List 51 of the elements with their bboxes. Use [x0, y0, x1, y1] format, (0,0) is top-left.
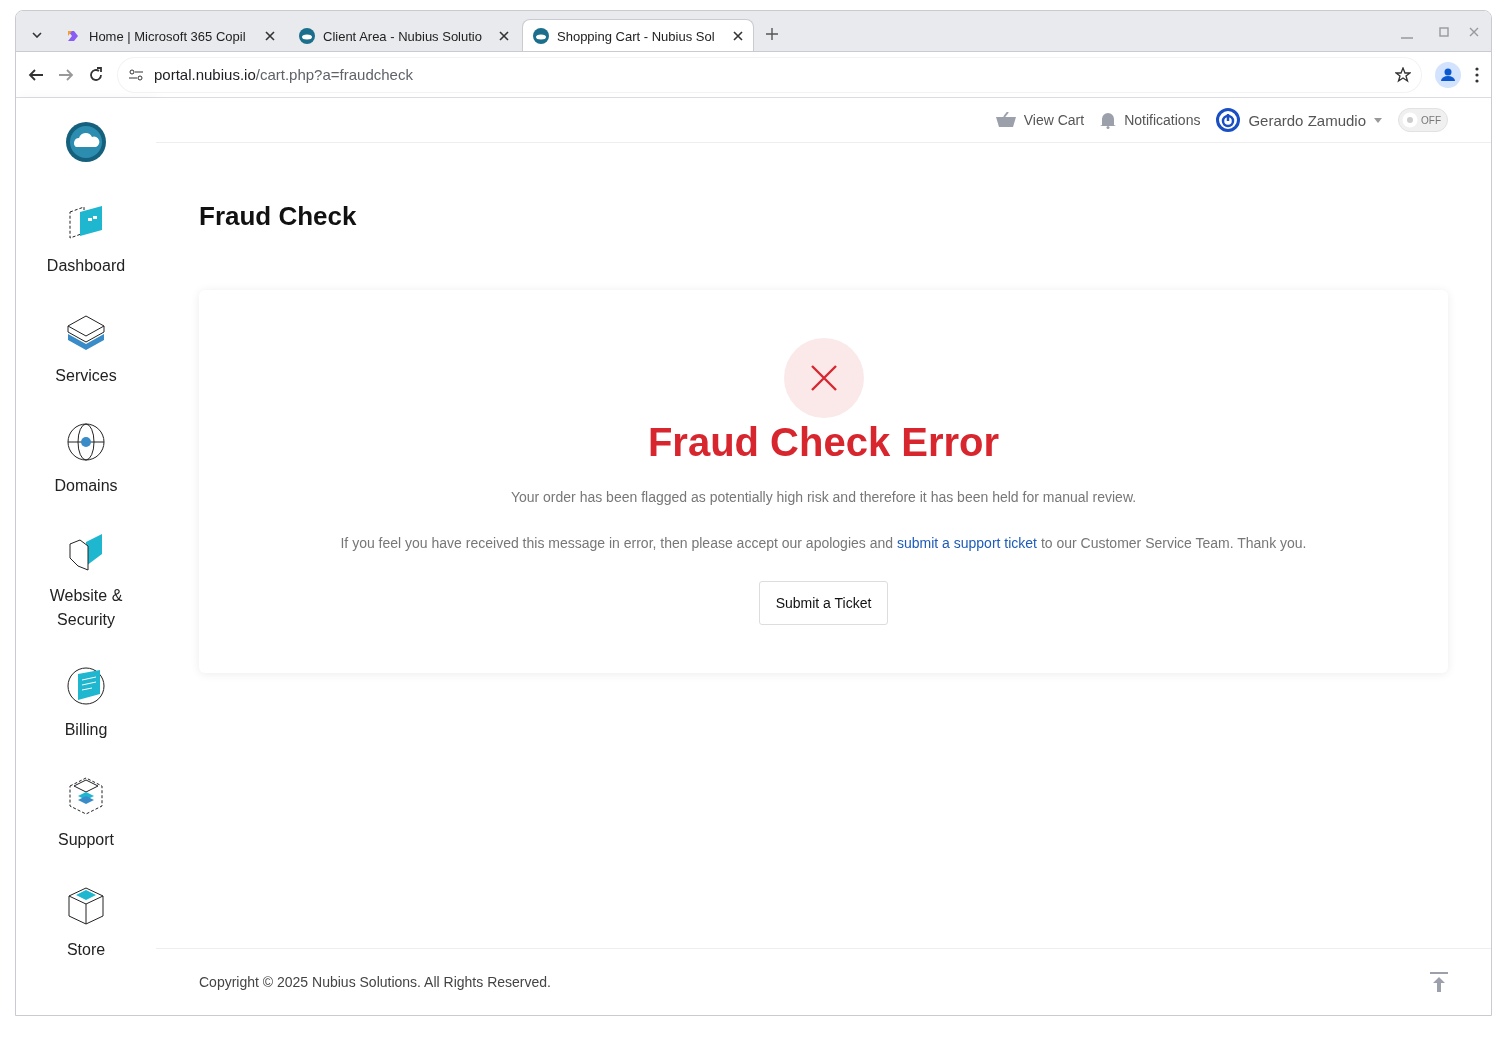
close-icon[interactable]: [265, 31, 275, 41]
sidebar-item[interactable]: Support: [26, 776, 146, 852]
back-icon[interactable]: [28, 66, 44, 83]
tab-title: Client Area - Nubius Solutio: [323, 28, 483, 44]
menu-icon[interactable]: [1475, 66, 1479, 83]
close-icon[interactable]: [499, 31, 509, 41]
tab-title: Shopping Cart - Nubius Sol: [557, 28, 716, 44]
power-icon: [1216, 108, 1241, 132]
copyright-text: Copyright © 2025 Nubius Solutions. All Rights Reserved.: [199, 974, 551, 990]
support-ticket-link[interactable]: submit a support ticket: [896, 535, 1037, 551]
globe-icon: [66, 422, 106, 462]
bell-icon: [1100, 111, 1117, 129]
forward-icon[interactable]: [58, 66, 74, 83]
close-icon[interactable]: [733, 31, 743, 41]
sidebar-item[interactable]: Services: [26, 312, 146, 388]
apology-text: If you feel you have received this message in error, then please accept our apologies and submit a support ticket to our Customer Service Team. Thank you.: [340, 535, 1307, 551]
new-tab-icon[interactable]: [766, 28, 778, 40]
copilot-logo-icon: [65, 28, 81, 44]
submit-ticket-button[interactable]: Submit a Ticket: [758, 581, 889, 625]
notifications-link[interactable]: Notifications: [1100, 111, 1201, 129]
cloud-logo-icon: [533, 28, 549, 44]
chevron-down-icon[interactable]: [32, 32, 42, 38]
caret-icon: [1374, 117, 1382, 123]
site-settings-icon[interactable]: [128, 66, 144, 83]
basket-icon: [995, 112, 1016, 128]
profile-icon[interactable]: [1435, 61, 1461, 88]
address-bar[interactable]: portal.nubius.io/cart.php?a=fraudcheck: [118, 57, 1421, 92]
sidebar-item[interactable]: Dashboard: [26, 202, 146, 278]
browser-tab[interactable]: Client Area - Nubius Solutio: [288, 19, 520, 52]
browser-tab[interactable]: Home | Microsoft 365 Copil: [54, 19, 286, 52]
billing-document-icon: [66, 666, 106, 706]
sidebar-item[interactable]: Store: [26, 886, 146, 962]
reload-icon[interactable]: [88, 66, 104, 83]
cloud-logo-icon[interactable]: [66, 122, 106, 162]
theme-toggle[interactable]: OFF: [1398, 108, 1448, 132]
view-cart-link[interactable]: View Cart: [995, 112, 1085, 128]
bookmark-star-icon[interactable]: [1395, 66, 1411, 83]
sidebar-item[interactable]: Billing: [26, 666, 146, 742]
browser-tab[interactable]: Shopping Cart - Nubius Sol: [522, 19, 754, 52]
error-message: Your order has been flagged as potentially high risk and therefore it has been held for manual review.: [510, 489, 1137, 505]
cube-icon: [66, 886, 106, 926]
support-box-icon: [66, 776, 106, 816]
error-title: Fraud Check Error: [647, 420, 1000, 465]
user-menu[interactable]: Gerardo Zamudio: [1216, 108, 1382, 132]
sidebar-item[interactable]: Domains: [26, 422, 146, 498]
tab-title: Home | Microsoft 365 Copil: [89, 28, 247, 44]
scroll-to-top-icon[interactable]: [1430, 972, 1448, 992]
page-title: Fraud Check: [199, 201, 358, 232]
url-text: portal.nubius.io/cart.php?a=fraudcheck: [154, 66, 414, 83]
sidebar-item[interactable]: Website & Security: [26, 532, 146, 632]
cloud-logo-icon: [299, 28, 315, 44]
